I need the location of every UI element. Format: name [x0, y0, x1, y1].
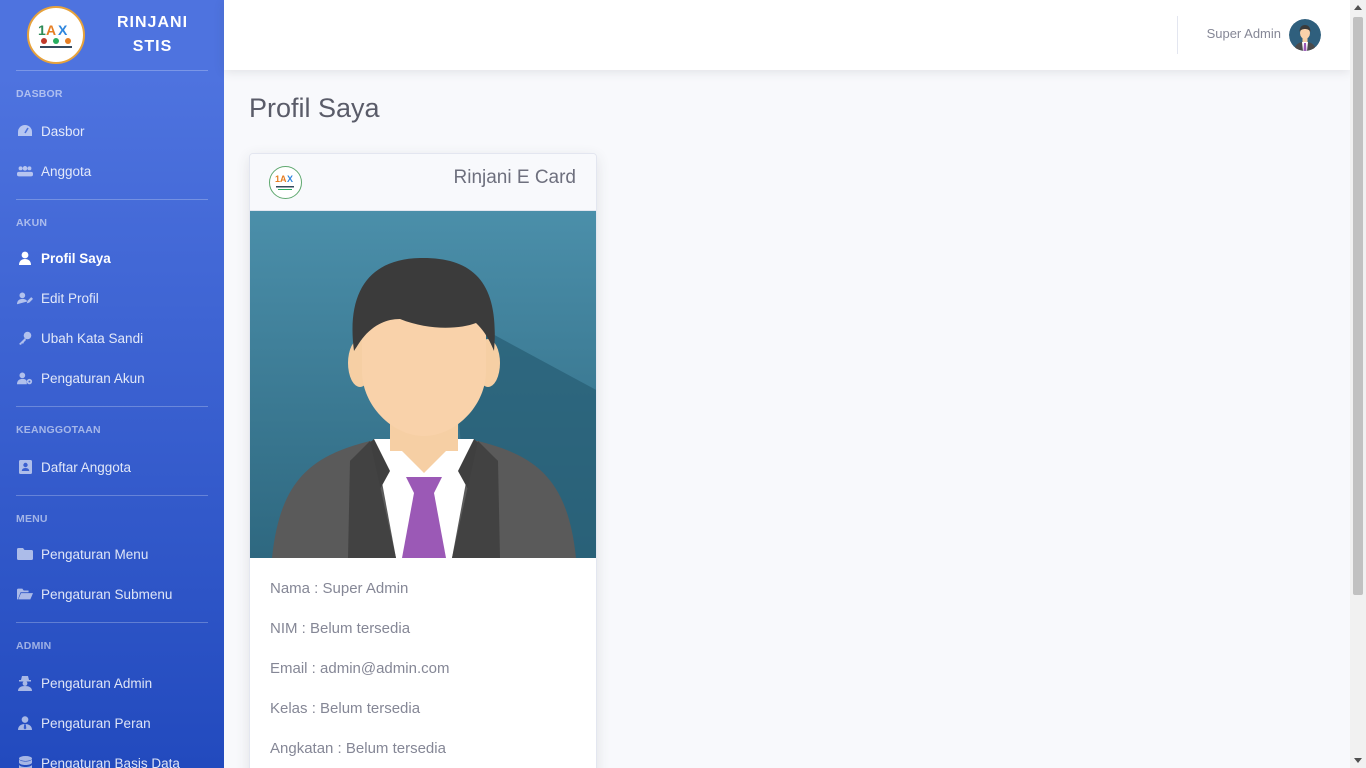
info-nim: NIM : Belum tersedia — [270, 620, 411, 637]
sidebar-item-label: Pengaturan Basis Data — [41, 755, 180, 768]
sidebar-item-pengaturan-admin[interactable]: Pengaturan Admin — [0, 663, 224, 703]
svg-text:X: X — [287, 174, 293, 184]
sidebar-item-anggota[interactable]: Anggota — [0, 151, 224, 191]
folder-icon — [17, 546, 33, 562]
sidebar-item-pengaturan-peran[interactable]: Pengaturan Peran — [0, 703, 224, 743]
card-logo: 1A X — [269, 166, 302, 199]
database-icon — [17, 755, 33, 768]
card-title: Rinjani E Card — [453, 167, 577, 188]
sidebar-item-dasbor[interactable]: Dasbor — [0, 111, 224, 151]
profile-photo — [250, 211, 596, 558]
sidebar-item-label: Pengaturan Peran — [41, 715, 151, 731]
user-secret-icon — [17, 675, 33, 691]
info-nama: Nama : Super Admin — [270, 580, 409, 597]
profile-card: 1A X Rinjani E Card Nama: Super Admin N… — [249, 153, 597, 768]
sidebar-item-profil-saya[interactable]: Profil Saya — [0, 238, 224, 278]
brand-logo: 1 A X — [27, 6, 85, 64]
card-header: 1A X Rinjani E Card — [250, 154, 596, 211]
sidebar-item-label: Daftar Anggota — [41, 459, 132, 475]
sidebar-divider — [16, 70, 208, 71]
sidebar-item-label: Pengaturan Submenu — [41, 586, 173, 602]
sidebar-item-label: Profil Saya — [41, 250, 111, 266]
sidebar-heading-akun: AKUN — [16, 217, 48, 229]
sidebar-item-ubah-kata-sandi[interactable]: Ubah Kata Sandi — [0, 318, 224, 358]
info-kelas: Kelas : Belum tersedia — [270, 700, 421, 717]
card-body: Nama : Super Admin NIM : Belum tersedia … — [250, 558, 596, 768]
sidebar-item-pengaturan-menu[interactable]: Pengaturan Menu — [0, 534, 224, 574]
svg-text:1: 1 — [38, 22, 46, 38]
user-edit-icon — [17, 290, 33, 306]
user-icon — [17, 250, 33, 266]
scroll-up-arrow-icon[interactable] — [1354, 5, 1362, 10]
users-icon — [17, 163, 33, 179]
sidebar-item-pengaturan-submenu[interactable]: Pengaturan Submenu — [0, 574, 224, 614]
sidebar-item-label: Edit Profil — [41, 290, 99, 306]
sidebar-divider — [16, 406, 208, 407]
sidebar-item-label: Dasbor — [41, 123, 85, 139]
scroll-thumb[interactable] — [1353, 17, 1363, 595]
topbar-user-name[interactable]: Super Admin — [1207, 26, 1281, 41]
user-cog-icon — [17, 370, 33, 386]
brand-line-1: RINJANI — [117, 14, 189, 31]
info-email: Email : admin@admin.com — [270, 660, 450, 677]
address-book-icon — [17, 459, 33, 475]
sidebar-heading-admin: ADMIN — [16, 640, 52, 652]
scroll-down-arrow-icon[interactable] — [1354, 758, 1362, 763]
sidebar-brand[interactable]: 1 A X RINJANI STIS — [0, 0, 224, 70]
topbar-divider — [1177, 16, 1178, 54]
page-title: Profil Saya — [249, 93, 380, 123]
sidebar-heading-menu: MENU — [16, 513, 48, 525]
sidebar-item-label: Ubah Kata Sandi — [41, 330, 144, 346]
sidebar-heading-keanggotaan: KEANGGOTAAN — [16, 424, 101, 436]
topbar: Super Admin — [224, 0, 1350, 70]
brand-line-2: STIS — [132, 38, 173, 55]
sidebar-item-label: Pengaturan Admin — [41, 675, 153, 691]
sidebar-item-edit-profil[interactable]: Edit Profil — [0, 278, 224, 318]
svg-text:1A: 1A — [275, 174, 287, 184]
user-avatar[interactable] — [1289, 19, 1321, 51]
sidebar-item-label: Anggota — [41, 163, 92, 179]
tachometer-icon — [17, 123, 33, 139]
sidebar-item-daftar-anggota[interactable]: Daftar Anggota — [0, 447, 224, 487]
folder-open-icon — [17, 586, 33, 602]
sidebar-heading-dasbor: DASBOR — [16, 88, 63, 100]
user-tie-icon — [17, 715, 33, 731]
brand-title: RINJANI STIS — [117, 11, 188, 59]
info-angkatan: Angkatan : Belum tersedia — [270, 740, 446, 757]
sidebar-divider — [16, 199, 208, 200]
sidebar-divider — [16, 622, 208, 623]
svg-text:X: X — [58, 22, 68, 38]
sidebar-item-pengaturan-basis-data[interactable]: Pengaturan Basis Data — [0, 743, 224, 768]
page-scrollbar[interactable] — [1350, 0, 1366, 768]
sidebar-item-pengaturan-akun[interactable]: Pengaturan Akun — [0, 358, 224, 398]
svg-text:A: A — [46, 22, 56, 38]
sidebar-divider — [16, 495, 208, 496]
sidebar-item-label: Pengaturan Menu — [41, 546, 149, 562]
sidebar: 1 A X RINJANI STIS DASBOR Dasbor Anggota — [0, 0, 224, 768]
key-icon — [17, 330, 33, 346]
sidebar-item-label: Pengaturan Akun — [41, 370, 145, 386]
